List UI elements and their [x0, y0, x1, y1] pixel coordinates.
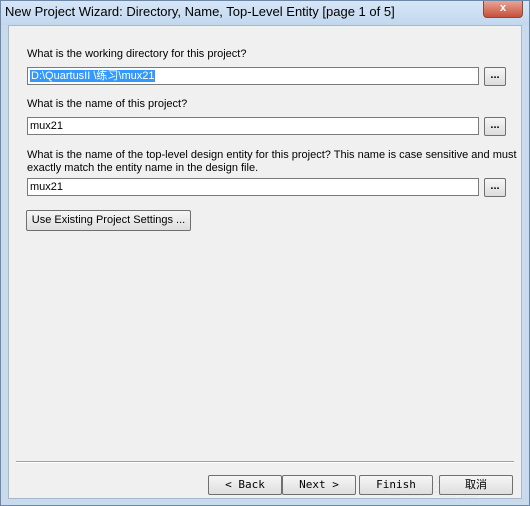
footer-separator [16, 461, 514, 463]
next-button[interactable]: Next > [282, 475, 356, 495]
title-bar[interactable]: New Project Wizard: Directory, Name, Top… [1, 1, 529, 25]
window-title: New Project Wizard: Directory, Name, Top… [5, 4, 395, 19]
wizard-page: What is the working directory for this p… [8, 25, 522, 500]
wizard-window: New Project Wizard: Directory, Name, Top… [0, 0, 530, 506]
top-level-entity-input[interactable]: mux21 [27, 178, 479, 196]
top-level-entity-label-line1: What is the name of the top-level design… [27, 149, 517, 161]
browse-project-name-button[interactable]: ... [484, 117, 506, 136]
finish-button[interactable]: Finish [359, 475, 433, 495]
close-button[interactable]: x [483, 1, 523, 18]
top-level-entity-value: mux21 [30, 181, 64, 193]
back-button[interactable]: < Back [208, 475, 282, 495]
browse-directory-button[interactable]: ... [484, 67, 506, 86]
browse-entity-button[interactable]: ... [484, 178, 506, 197]
use-existing-settings-button[interactable]: Use Existing Project Settings ... [26, 210, 191, 231]
working-directory-value: D:\QuartusII \练习\mux21 [30, 70, 156, 82]
project-name-input[interactable]: mux21 [27, 117, 479, 135]
working-directory-label: What is the working directory for this p… [27, 48, 247, 60]
project-name-value: mux21 [30, 120, 64, 132]
top-level-entity-label-line2: exactly match the entity name in the des… [27, 162, 259, 174]
project-name-label: What is the name of this project? [27, 98, 188, 110]
cancel-button[interactable]: 取消 [439, 475, 513, 495]
working-directory-input[interactable]: D:\QuartusII \练习\mux21 [27, 67, 479, 85]
